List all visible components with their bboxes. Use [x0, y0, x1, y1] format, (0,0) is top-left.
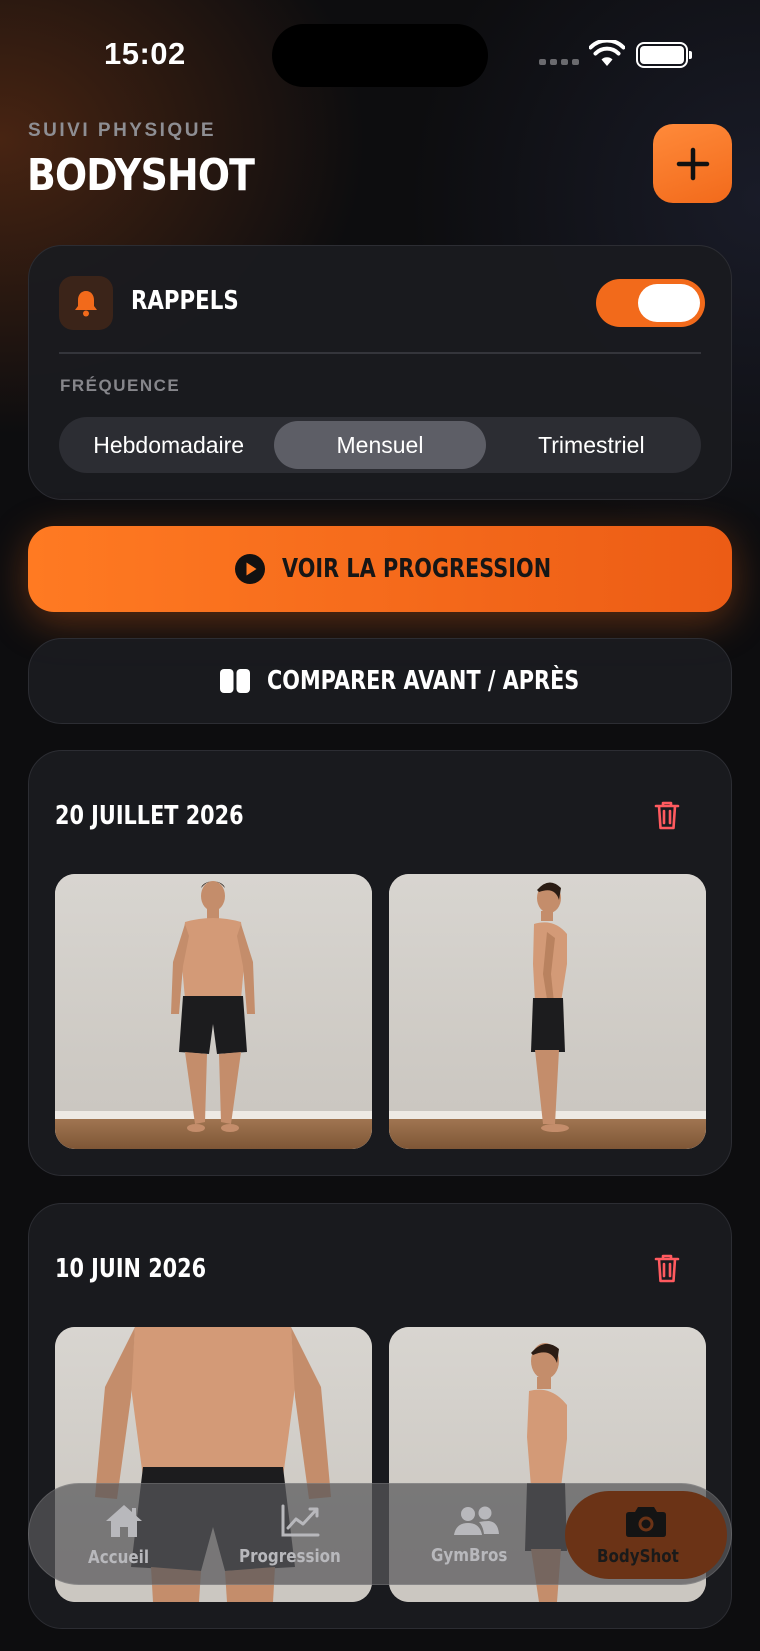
tab-label: GymBros: [430, 1544, 507, 1566]
frequency-segmented-control: Hebdomadaire Mensuel Trimestriel: [59, 417, 701, 473]
tab-bodyshot[interactable]: BodyShot: [565, 1491, 727, 1579]
tab-label: BodyShot: [597, 1545, 680, 1567]
photo-entry-card: 20 JUILLET 2026: [28, 750, 732, 1176]
tab-label: Progression: [239, 1545, 342, 1567]
cellular-signal-icon: [539, 59, 579, 65]
frequency-option-quarterly[interactable]: Trimestriel: [486, 421, 697, 469]
reminders-toggle[interactable]: [596, 279, 705, 327]
page-title: BODYSHOT: [27, 150, 255, 201]
bell-icon: [59, 276, 113, 330]
view-progression-button[interactable]: VOIR LA PROGRESSION: [28, 526, 732, 612]
chart-icon: [281, 1504, 320, 1536]
add-photo-button[interactable]: [653, 124, 732, 203]
tab-bar: Accueil Progression GymBros BodyShot: [28, 1483, 732, 1585]
tab-gymbros[interactable]: GymBros: [411, 1484, 541, 1586]
people-icon: [454, 1506, 499, 1535]
entry-date: 20 JUILLET 2026: [55, 801, 244, 831]
header-eyebrow: SUIVI PHYSIQUE: [28, 120, 217, 141]
tab-label: Accueil: [87, 1546, 149, 1568]
camera-icon: [626, 1506, 666, 1537]
battery-icon: [636, 42, 692, 68]
status-time: 15:02: [104, 36, 186, 71]
trash-icon[interactable]: [653, 1252, 681, 1284]
tab-accueil[interactable]: Accueil: [69, 1484, 179, 1586]
frequency-option-weekly[interactable]: Hebdomadaire: [63, 421, 274, 469]
dynamic-island: [272, 24, 488, 87]
home-icon: [106, 1504, 142, 1537]
tab-progression[interactable]: Progression: [235, 1484, 365, 1586]
toggle-knob: [638, 284, 700, 322]
side-pose-photo[interactable]: [389, 874, 706, 1149]
split-view-icon: [220, 669, 250, 693]
reminders-label: RAPPELS: [131, 286, 239, 316]
plus-icon: [676, 147, 709, 180]
divider: [59, 352, 701, 354]
play-circle-icon: [234, 554, 265, 584]
compare-before-after-button[interactable]: COMPARER AVANT / APRÈS: [28, 638, 732, 724]
frequency-label: FRÉQUENCE: [60, 376, 181, 395]
trash-icon[interactable]: [653, 799, 681, 831]
front-pose-photo[interactable]: [55, 874, 372, 1149]
wifi-icon: [589, 40, 625, 66]
frequency-option-monthly[interactable]: Mensuel: [274, 421, 486, 469]
reminders-card: RAPPELS FRÉQUENCE Hebdomadaire Mensuel T…: [28, 245, 732, 500]
compare-label: COMPARER AVANT / APRÈS: [267, 666, 580, 696]
view-progression-label: VOIR LA PROGRESSION: [281, 554, 551, 584]
entry-date: 10 JUIN 2026: [55, 1254, 207, 1284]
